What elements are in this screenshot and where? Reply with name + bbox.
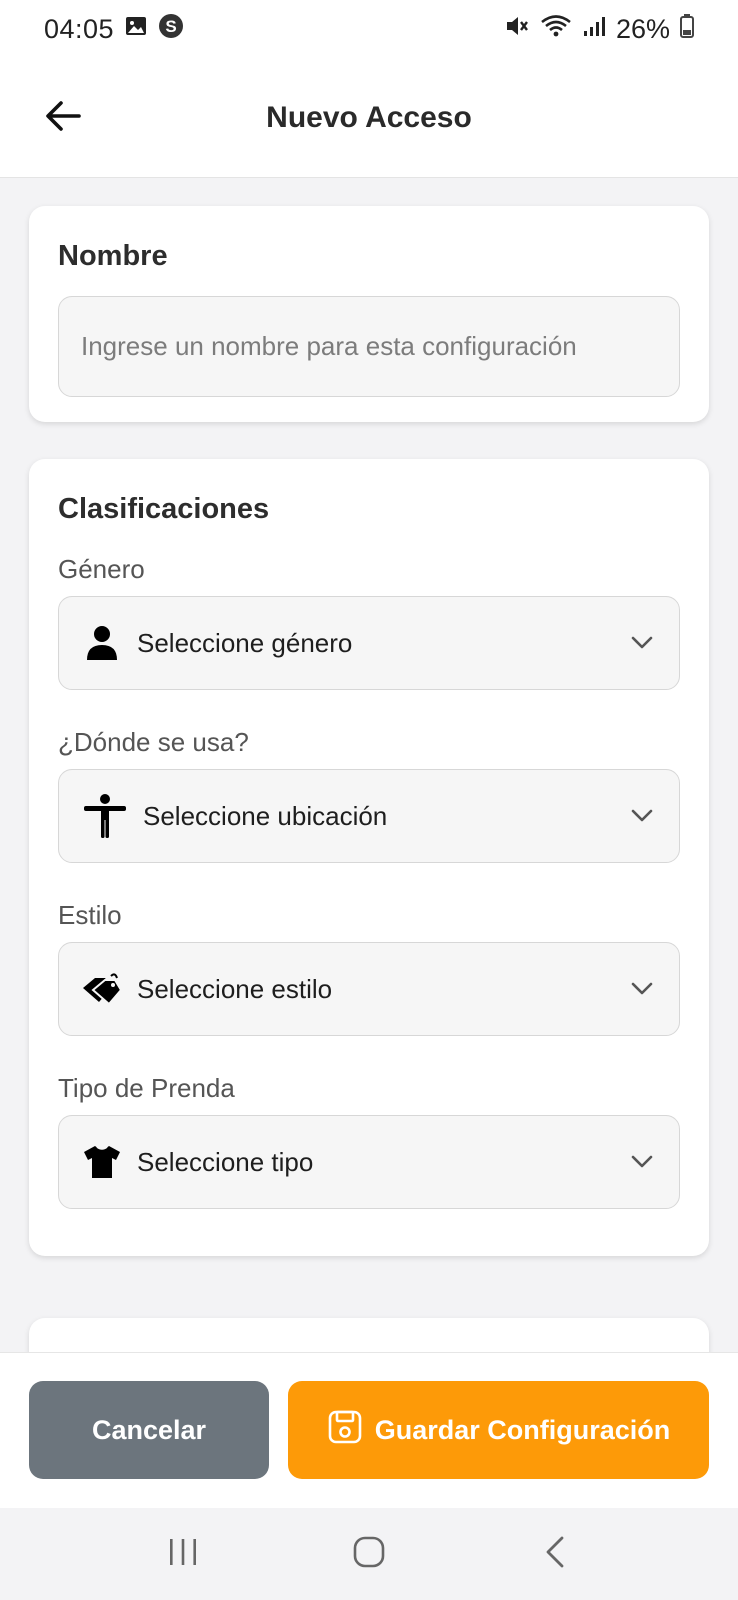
next-card xyxy=(29,1318,709,1352)
save-configuration-button[interactable]: Guardar Configuración xyxy=(288,1381,709,1479)
back-button[interactable] xyxy=(36,91,90,145)
classifications-card-title: Clasificaciones xyxy=(58,493,270,525)
garment-type-select-value: Seleccione tipo xyxy=(137,1146,314,1177)
person-icon xyxy=(81,622,123,664)
arrow-left-icon xyxy=(45,100,81,137)
garment-type-select[interactable]: Seleccione tipo xyxy=(58,1115,680,1209)
signal-icon xyxy=(582,14,606,45)
location-select-value: Seleccione ubicación xyxy=(143,800,388,831)
cancel-button[interactable]: Cancelar xyxy=(29,1381,269,1479)
recents-button[interactable] xyxy=(143,1524,223,1584)
bottom-action-bar: Cancelar Guardar Configuración xyxy=(0,1352,738,1508)
status-bar: 04:05 S 26% xyxy=(0,0,738,58)
classifications-card: Clasificaciones Género Seleccione género… xyxy=(29,459,709,1256)
home-icon xyxy=(352,1535,386,1574)
svg-text:S: S xyxy=(165,17,176,36)
back-nav-icon xyxy=(544,1535,566,1574)
status-left: 04:05 S xyxy=(44,13,184,46)
name-card: Nombre xyxy=(29,206,709,422)
image-icon xyxy=(124,14,148,45)
status-time: 04:05 xyxy=(44,13,115,44)
page-title: Nuevo Acceso xyxy=(266,100,472,134)
app-header: Nuevo Acceso xyxy=(0,58,738,178)
location-select[interactable]: Seleccione ubicación xyxy=(58,769,680,863)
home-button[interactable] xyxy=(329,1524,409,1584)
gender-label: Género xyxy=(58,554,145,584)
style-select-value: Seleccione estilo xyxy=(137,973,333,1004)
gender-select-value: Seleccione género xyxy=(137,627,353,658)
battery-percent: 26% xyxy=(615,13,670,44)
garment-type-label: Tipo de Prenda xyxy=(58,1073,235,1103)
tshirt-icon xyxy=(81,1141,123,1183)
name-input[interactable] xyxy=(58,296,680,397)
style-label: Estilo xyxy=(58,900,122,930)
chevron-down-icon xyxy=(627,974,657,1004)
mute-icon xyxy=(504,13,530,46)
system-back-button[interactable] xyxy=(515,1524,595,1584)
wifi-icon xyxy=(540,13,572,46)
cancel-button-label: Cancelar xyxy=(91,1414,207,1445)
gender-select[interactable]: Seleccione género xyxy=(58,596,680,690)
recents-icon xyxy=(167,1537,199,1572)
chevron-down-icon xyxy=(627,801,657,831)
system-nav-bar xyxy=(0,1508,738,1600)
save-icon xyxy=(327,1409,363,1452)
chevron-down-icon xyxy=(627,1147,657,1177)
location-label: ¿Dónde se usa? xyxy=(58,727,249,757)
style-select[interactable]: Seleccione estilo xyxy=(58,942,680,1036)
tags-icon xyxy=(81,968,123,1010)
status-right: 26% xyxy=(504,13,694,46)
chevron-down-icon xyxy=(627,628,657,658)
battery-icon xyxy=(680,13,694,45)
save-button-label: Guardar Configuración xyxy=(374,1414,671,1445)
accessibility-icon xyxy=(81,794,129,838)
name-card-title: Nombre xyxy=(58,240,168,272)
s-circle-icon: S xyxy=(158,13,184,46)
form-content[interactable]: Nombre Clasificaciones Género Seleccione… xyxy=(0,178,738,1352)
